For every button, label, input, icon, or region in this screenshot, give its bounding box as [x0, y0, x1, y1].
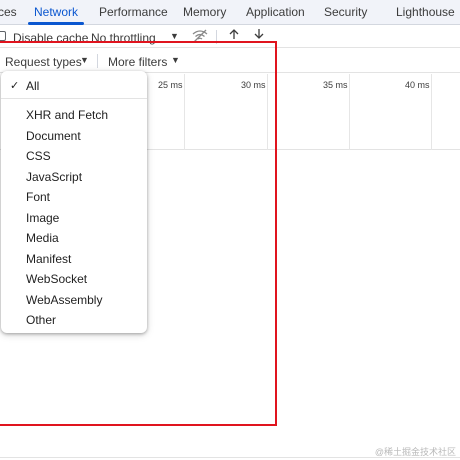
dropdown-item-label: JavaScript: [26, 169, 83, 184]
request-types-dropdown: ✓ All XHR and Fetch Document CSS JavaScr…: [1, 71, 147, 333]
disable-cache-checkbox[interactable]: [0, 31, 6, 41]
dropdown-item-label: Image: [26, 210, 60, 225]
tab-security[interactable]: Security: [324, 5, 367, 19]
tab-lighthouse[interactable]: Lighthouse: [396, 5, 455, 19]
more-filters-button[interactable]: More filters: [108, 55, 167, 69]
tick-gridline: [431, 74, 432, 150]
dropdown-item-media[interactable]: Media: [1, 228, 147, 248]
filter-bar: Request types ▼ More filters ▼: [0, 49, 460, 73]
devtools-tab-bar: ces Network Performance Memory Applicati…: [0, 0, 460, 25]
dropdown-item-label: All: [26, 79, 40, 93]
toolbar-divider: [216, 30, 217, 44]
dropdown-item-manifest[interactable]: Manifest: [1, 249, 147, 269]
tick-gridline: [267, 74, 268, 150]
dropdown-item-css[interactable]: CSS: [1, 146, 147, 166]
dropdown-item-label: XHR and Fetch: [26, 108, 109, 122]
dropdown-item-image[interactable]: Image: [1, 208, 147, 228]
watermark-text: @稀土掘金技术社区: [374, 447, 456, 457]
tab-network[interactable]: Network: [34, 5, 78, 19]
dropdown-item-label: CSS: [26, 149, 51, 163]
dropdown-item-websocket[interactable]: WebSocket: [1, 269, 147, 289]
tick-label: 30 ms: [241, 80, 266, 90]
tick-label: 35 ms: [323, 80, 348, 90]
tab-performance[interactable]: Performance: [99, 5, 168, 19]
checkmark-icon: ✓: [10, 80, 20, 92]
chevron-down-icon[interactable]: ▼: [170, 31, 179, 41]
network-toolbar: Disable cache No throttling ▼: [0, 26, 460, 48]
dropdown-item-label: WebAssembly: [26, 292, 103, 307]
dropdown-item-javascript[interactable]: JavaScript: [1, 167, 147, 187]
filter-divider: [97, 54, 98, 68]
network-conditions-icon[interactable]: [191, 27, 209, 45]
dropdown-item-label: Document: [26, 128, 81, 143]
throttling-select[interactable]: No throttling: [91, 31, 156, 45]
dropdown-item-label: Font: [26, 190, 51, 204]
dropdown-item-label: WebSocket: [26, 272, 88, 286]
chevron-down-icon[interactable]: ▼: [171, 55, 180, 65]
tick-gridline: [184, 74, 185, 150]
dropdown-item-font[interactable]: Font: [1, 187, 147, 207]
request-types-button[interactable]: Request types: [5, 55, 82, 69]
disable-cache-label[interactable]: Disable cache: [13, 31, 88, 45]
active-tab-indicator: [28, 22, 84, 25]
dropdown-item-webassembly[interactable]: WebAssembly: [1, 290, 147, 310]
dropdown-item-other[interactable]: Other: [1, 310, 147, 330]
dropdown-item-label: Media: [26, 231, 59, 245]
dropdown-separator: [1, 98, 147, 99]
tick-label: 40 ms: [405, 80, 430, 90]
tab-application[interactable]: Application: [246, 5, 305, 19]
tick-label: 25 ms: [158, 80, 183, 90]
tab-sources[interactable]: ces: [0, 5, 17, 19]
dropdown-item-xhr-fetch[interactable]: XHR and Fetch: [1, 105, 147, 125]
upload-icon[interactable]: [225, 27, 243, 45]
chevron-down-icon[interactable]: ▼: [80, 55, 89, 65]
dropdown-item-label: Manifest: [26, 251, 72, 266]
dropdown-item-document[interactable]: Document: [1, 126, 147, 146]
tick-gridline: [349, 74, 350, 150]
tab-memory[interactable]: Memory: [183, 5, 226, 19]
dropdown-item-all[interactable]: ✓ All: [1, 76, 147, 96]
download-icon[interactable]: [250, 27, 268, 45]
dropdown-item-label: Other: [26, 313, 57, 327]
